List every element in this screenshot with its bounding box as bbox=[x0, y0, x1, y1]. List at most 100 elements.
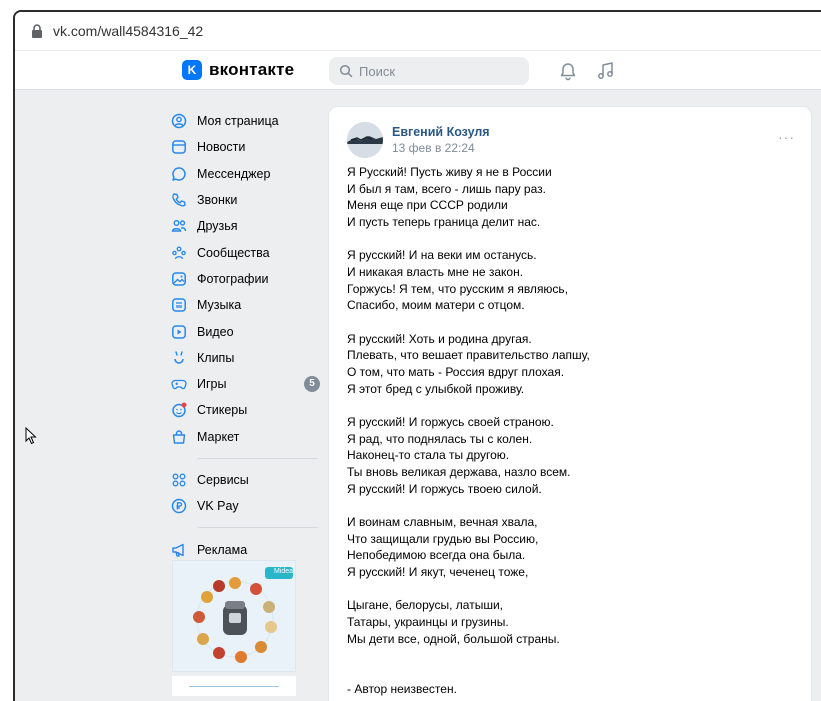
sidebar-item-news[interactable]: Новости bbox=[170, 134, 320, 160]
lock-icon bbox=[32, 24, 42, 38]
communities-icon bbox=[171, 245, 187, 261]
sidebar-item-calls[interactable]: Звонки bbox=[170, 187, 320, 213]
sidebar-item-ads[interactable]: Реклама bbox=[170, 536, 320, 562]
more-options-icon[interactable]: ··· bbox=[778, 129, 795, 145]
clips-icon bbox=[171, 350, 187, 366]
stickers-icon bbox=[171, 402, 187, 418]
sidebar-item-clips[interactable]: Клипы bbox=[170, 345, 320, 371]
post-date[interactable]: 13 фев в 22:24 bbox=[392, 141, 475, 155]
search-icon bbox=[339, 64, 353, 78]
post-line: Я Русский! Пусть живу я не в России bbox=[347, 165, 552, 179]
post-line: Мы дети все, одной, большой страны. bbox=[347, 631, 560, 646]
profile-icon bbox=[171, 113, 187, 129]
sidebar-item-my-page[interactable]: Моя страница bbox=[170, 108, 320, 134]
post-line: Горжусь! Я тем, что русским я являюсь, bbox=[347, 281, 569, 296]
post-stanza: И воинам славным, вечная хвала, Что защищ… bbox=[347, 514, 797, 580]
sidebar-item-label: Сообщества bbox=[197, 245, 270, 260]
sidebar-item-market[interactable]: Маркет bbox=[170, 424, 320, 450]
vk-logo-text: вконтакте bbox=[209, 60, 295, 79]
post-line: О том, что мать - Россия вдруг плохая. bbox=[347, 364, 565, 379]
vkpay-icon bbox=[171, 498, 187, 514]
search-input[interactable]: Поиск bbox=[329, 57, 529, 85]
sidebar-item-label: Реклама bbox=[197, 542, 248, 557]
sidebar-item-stickers[interactable]: Стикеры bbox=[170, 397, 320, 423]
sidebar-item-messenger[interactable]: Мессенджер bbox=[170, 161, 320, 187]
music-note-icon[interactable] bbox=[596, 61, 616, 81]
sidebar-item-label: Друзья bbox=[197, 219, 238, 234]
sidebar-item-label: Звонки bbox=[197, 193, 238, 208]
post-line: Ты вновь великая держава, назло всем. bbox=[347, 464, 571, 479]
sidebar-item-label: Новости bbox=[197, 140, 246, 155]
phone-icon bbox=[171, 192, 187, 208]
ad-banner-image[interactable]: Midea bbox=[172, 560, 296, 672]
sidebar-item-label: Фотографии bbox=[197, 271, 269, 286]
post-line: Спасибо, моим матери с отцом. bbox=[347, 298, 525, 313]
mouse-cursor-icon bbox=[25, 427, 37, 445]
post-stanza: Я Русский! Пусть живу я не в России И был… bbox=[347, 164, 797, 230]
post-line: И пусть теперь граница делит нас. bbox=[347, 214, 541, 229]
market-icon bbox=[171, 429, 187, 445]
post-stanza: - Автор неизвестен. bbox=[347, 664, 797, 697]
sidebar-divider bbox=[198, 527, 318, 529]
post-line: Цыгане, белорусы, латыши, bbox=[347, 598, 503, 613]
post-line: Я русский! И на веки им останусь. bbox=[347, 248, 537, 263]
sidebar-item-communities[interactable]: Сообщества bbox=[170, 239, 320, 265]
post-line: Я этот бред с улыбкой проживу. bbox=[347, 381, 525, 396]
post-line: Татары, украинцы и грузины. bbox=[347, 615, 509, 630]
friends-icon bbox=[171, 218, 187, 234]
sidebar-item-label: VK Pay bbox=[197, 499, 239, 514]
ad-caption-area bbox=[172, 676, 296, 696]
music-icon bbox=[171, 297, 187, 313]
post-line: И был я там, всего - лишь пару раз. bbox=[347, 181, 546, 196]
avatar[interactable] bbox=[347, 122, 383, 158]
video-icon bbox=[171, 324, 187, 340]
sidebar-item-label: Игры bbox=[197, 377, 227, 392]
wall-post: Евгений Козуля 13 фев в 22:24 ··· Я Русс… bbox=[328, 106, 812, 701]
sidebar-divider bbox=[198, 457, 318, 459]
vk-logo[interactable]: K вконтакте bbox=[182, 60, 294, 80]
sidebar-item-label: Стикеры bbox=[197, 403, 248, 418]
post-line: Что защищали грудью вы Россию, bbox=[347, 531, 539, 546]
multicooker-ad-graphic bbox=[173, 561, 295, 671]
post-stanza: Цыгане, белорусы, латыши, Татары, украинц… bbox=[347, 597, 797, 647]
post-text: Я Русский! Пусть живу я не в России И был… bbox=[347, 164, 797, 701]
post-line: Я русский! И горжусь твоею силой. bbox=[347, 481, 542, 496]
post-line: Непобедимою всегда она была. bbox=[347, 548, 526, 563]
post-line: - Автор неизвестен. bbox=[347, 681, 457, 696]
sidebar-item-label: Моя страница bbox=[197, 114, 279, 129]
post-line: Меня еще при СССР родили bbox=[347, 198, 508, 213]
browser-window: vk.com/wall4584316_42 K вконтакте Поиск bbox=[13, 10, 821, 701]
post-stanza: Я русский! И горжусь своей страною. Я рад… bbox=[347, 414, 797, 497]
services-icon bbox=[171, 472, 187, 488]
sidebar-item-video[interactable]: Видео bbox=[170, 318, 320, 344]
post-line: Я русский! И горжусь своей страною. bbox=[347, 415, 554, 430]
sidebar-item-label: Музыка bbox=[197, 298, 242, 313]
ad-brand: Midea bbox=[274, 568, 294, 575]
post-stanza: Я русский! И на веки им останусь. И никак… bbox=[347, 247, 797, 313]
url-text: vk.com/wall4584316_42 bbox=[53, 23, 204, 39]
post-author[interactable]: Евгений Козуля bbox=[392, 125, 490, 139]
photos-icon bbox=[171, 271, 187, 287]
post-line: Я русский! Хоть и родина другая. bbox=[347, 331, 532, 346]
games-icon bbox=[171, 376, 187, 392]
sidebar-item-vkpay[interactable]: VK Pay bbox=[170, 493, 320, 519]
sidebar-item-music[interactable]: Музыка bbox=[170, 292, 320, 318]
sidebar-item-friends[interactable]: Друзья bbox=[170, 213, 320, 239]
post-line bbox=[347, 664, 797, 681]
left-sidebar: Моя страница Новости Мессенджер Звонки Д… bbox=[170, 108, 320, 563]
vk-header: K вконтакте Поиск bbox=[15, 50, 821, 90]
post-line: И никакая власть мне не закон. bbox=[347, 264, 524, 279]
address-bar[interactable]: vk.com/wall4584316_42 bbox=[15, 12, 821, 50]
sidebar-item-photos[interactable]: Фотографии bbox=[170, 266, 320, 292]
sidebar-item-games[interactable]: Игры 5 bbox=[170, 371, 320, 397]
post-line: И воинам славным, вечная хвала, bbox=[347, 515, 538, 530]
bell-icon[interactable] bbox=[558, 61, 578, 81]
message-icon bbox=[171, 166, 187, 182]
sidebar-item-label: Видео bbox=[197, 324, 234, 339]
post-line: Наконец-то стала ты другою. bbox=[347, 448, 510, 463]
vk-logo-mark: K bbox=[182, 60, 202, 80]
sidebar-item-label: Сервисы bbox=[197, 473, 249, 487]
games-count-badge: 5 bbox=[304, 375, 320, 392]
search-placeholder: Поиск bbox=[359, 63, 396, 79]
sidebar-item-services[interactable]: Сервисы bbox=[170, 467, 320, 493]
